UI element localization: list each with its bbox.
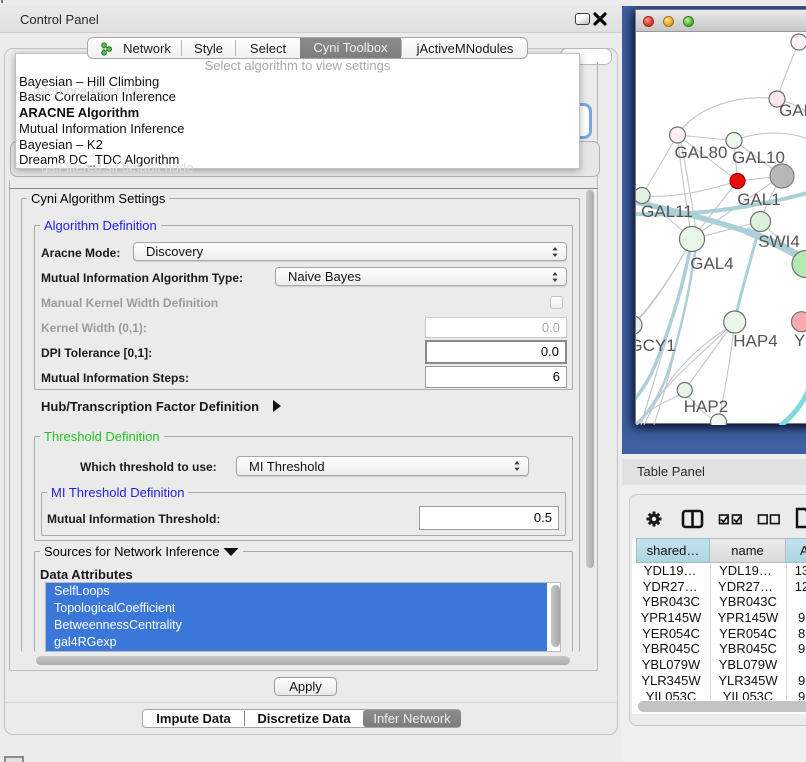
svg-text:SWI4: SWI4 — [758, 232, 800, 251]
svg-text:HAP2: HAP2 — [684, 397, 728, 416]
svg-text:GAL80: GAL80 — [675, 143, 728, 162]
svg-text:GAL10: GAL10 — [732, 148, 785, 167]
svg-text:HAP4: HAP4 — [733, 332, 777, 351]
svg-text:GAL4: GAL4 — [690, 254, 733, 273]
svg-text:GCY1: GCY1 — [636, 336, 676, 355]
svg-text:GAL7: GAL7 — [779, 101, 806, 120]
svg-text:GAL11: GAL11 — [641, 202, 693, 221]
svg-text:GAL1: GAL1 — [737, 190, 780, 209]
svg-text:Y: Y — [794, 331, 805, 350]
